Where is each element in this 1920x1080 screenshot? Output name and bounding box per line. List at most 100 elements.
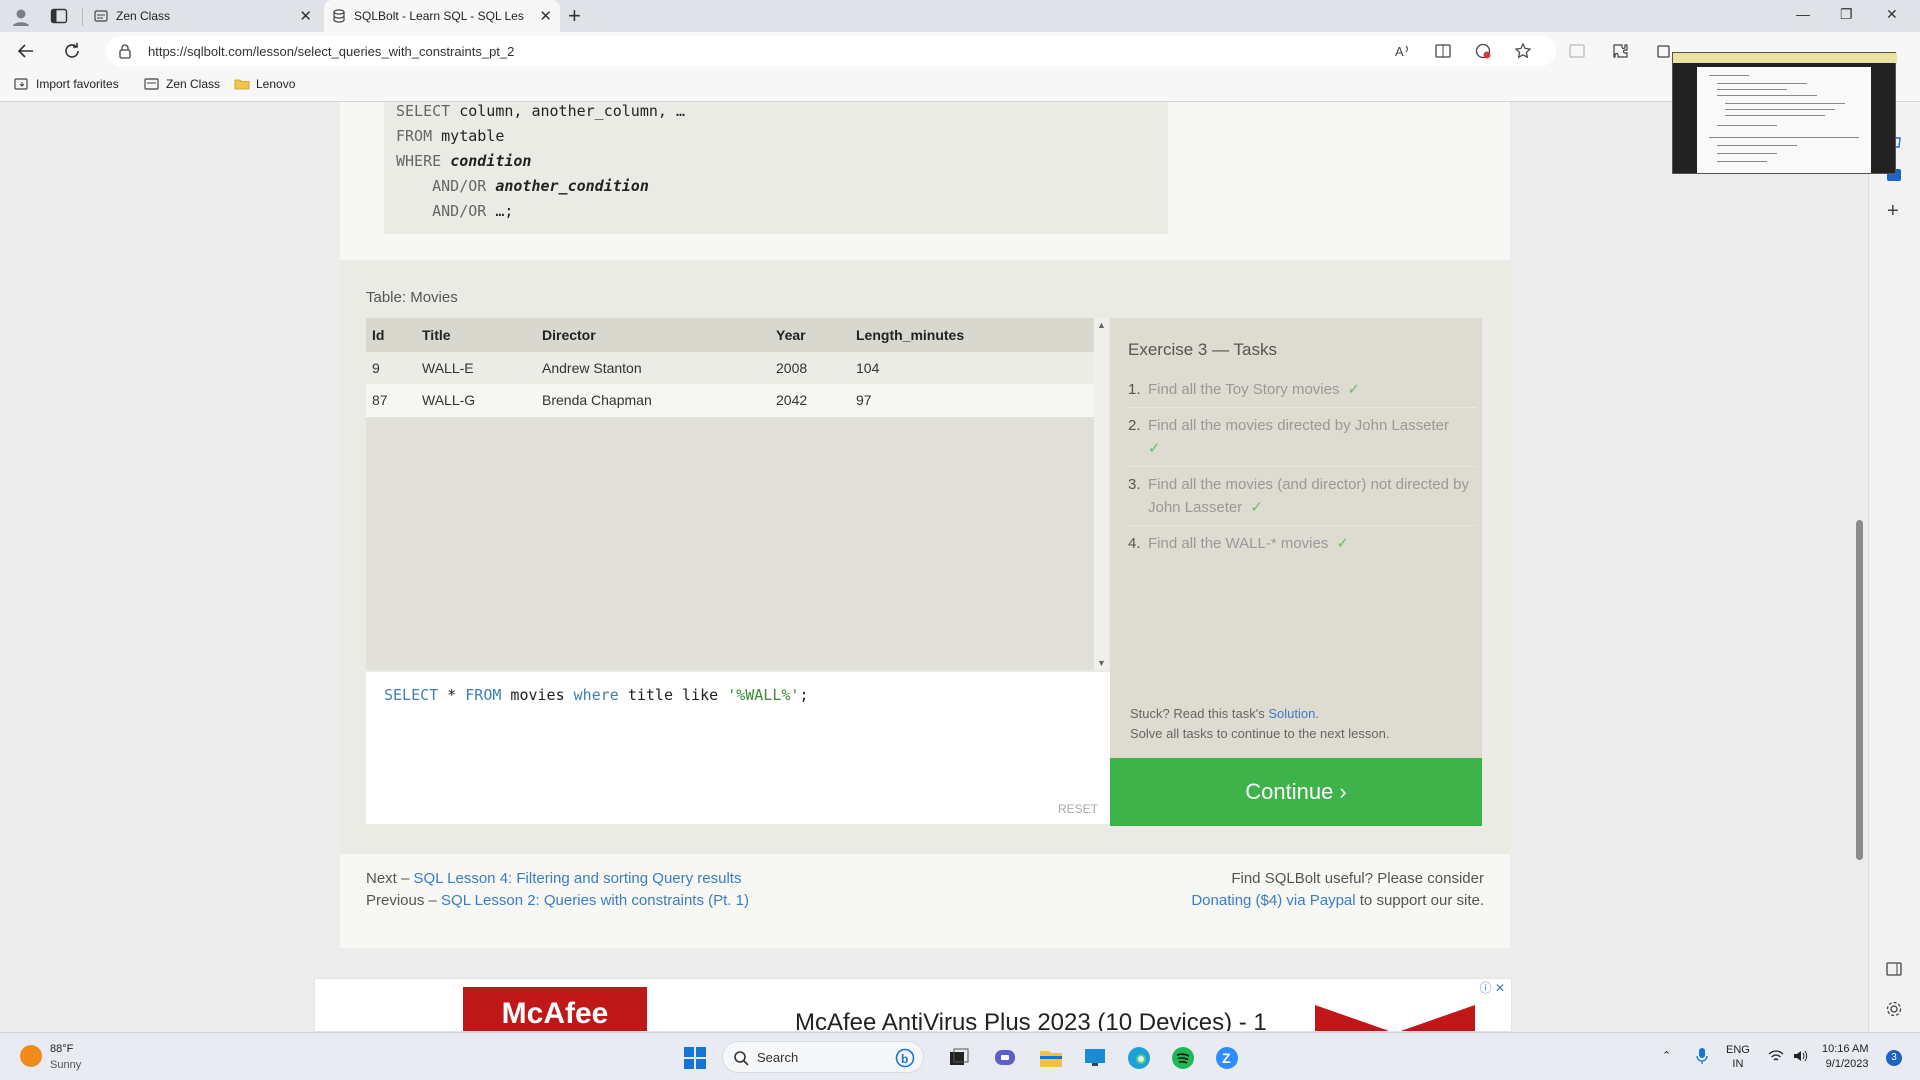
ad-brand-logo[interactable]: McAfee [463, 987, 647, 1031]
refresh-icon[interactable] [62, 41, 82, 61]
donate-link[interactable]: Donating ($4) via Paypal [1191, 892, 1355, 909]
scrollbar-thumb[interactable] [1856, 520, 1863, 860]
hide-sidebar-icon[interactable] [1885, 960, 1903, 978]
tab-label: Zen Class [116, 9, 171, 23]
language-indicator[interactable]: ENG IN [1726, 1043, 1750, 1071]
reset-button[interactable]: RESET [1058, 802, 1098, 816]
continue-button[interactable]: Continue › [1110, 758, 1482, 826]
clock[interactable]: 10:16 AM 9/1/2023 [1822, 1042, 1868, 1072]
check-icon: ✓ [1347, 381, 1361, 398]
folder-icon [234, 79, 250, 90]
edge-browser-icon[interactable] [1126, 1045, 1152, 1071]
close-window-icon[interactable]: ✕ [1886, 6, 1898, 23]
table-cell: Brenda Chapman [536, 384, 770, 417]
sql-query-editor[interactable]: SELECT * FROM movies where title like '%… [366, 672, 1110, 824]
minimize-icon[interactable]: — [1796, 6, 1810, 22]
microphone-icon[interactable] [1694, 1047, 1710, 1065]
page-icon [94, 10, 108, 22]
results-table: Id Title Director Year Length_minutes 9 … [366, 318, 1094, 417]
tab-label: SQLBolt - Learn SQL - SQL Lesso [354, 9, 524, 23]
code-line: FROM mytable [396, 127, 505, 145]
notification-badge[interactable]: 3 [1886, 1050, 1902, 1066]
close-tab-icon[interactable]: ✕ [299, 7, 312, 25]
add-sidebar-app-icon[interactable]: + [1887, 200, 1899, 223]
import-icon [14, 78, 28, 90]
sql-query-text[interactable]: SELECT * FROM movies where title like '%… [384, 686, 808, 704]
favorite-label: Zen Class [166, 77, 221, 91]
weather-temperature[interactable]: 88°F [50, 1043, 73, 1055]
lock-icon[interactable] [118, 43, 132, 59]
code-line: AND/OR another_condition [396, 177, 649, 195]
lesson-navigation: Next – SQL Lesson 4: Filtering and sorti… [366, 870, 749, 909]
ad-title[interactable]: McAfee AntiVirus Plus 2023 (10 Devices) … [795, 1009, 1267, 1031]
favorite-import[interactable]: Import favorites [14, 77, 119, 91]
task-view-icon[interactable] [946, 1045, 972, 1071]
table-row: 87 WALL-G Brenda Chapman 2042 97 [366, 384, 1094, 417]
table-cell: 2008 [770, 352, 850, 385]
zoom-icon[interactable]: Z [1214, 1045, 1240, 1071]
profile-icon[interactable] [10, 6, 32, 28]
tab-zen-class[interactable]: Zen Class ✕ [86, 0, 320, 32]
spotify-icon[interactable] [1170, 1045, 1196, 1071]
close-tab-icon[interactable]: ✕ [539, 7, 552, 25]
task-text: Find all the Toy Story movies [1148, 381, 1340, 398]
tab-actions-icon[interactable] [50, 7, 68, 25]
ad-info-close-icon[interactable]: ⓘ ✕ [1480, 979, 1505, 996]
column-header: Length_minutes [850, 318, 1094, 352]
table-cell: 87 [366, 384, 416, 417]
next-lesson-link[interactable]: SQL Lesson 4: Filtering and sorting Quer… [414, 870, 742, 887]
clock-date: 9/1/2023 [1825, 1058, 1869, 1070]
favorite-label: Lenovo [256, 77, 296, 91]
advertisement-banner[interactable]: McAfee McAfee AntiVirus Plus 2023 (10 De… [314, 978, 1512, 1032]
restore-icon[interactable]: ❐ [1840, 6, 1853, 23]
table-cell: 104 [850, 352, 1094, 385]
svg-text:b: b [901, 1052, 908, 1066]
tab-sqlbolt[interactable]: SQLBolt - Learn SQL - SQL Lesso ✕ [324, 0, 560, 32]
thumbnail-document [1697, 67, 1871, 173]
previous-lesson-link[interactable]: SQL Lesson 2: Queries with constraints (… [441, 892, 749, 909]
show-hidden-icons[interactable]: ⌃ [1662, 1049, 1671, 1062]
table-cell: 97 [850, 384, 1094, 417]
wifi-icon[interactable] [1768, 1049, 1784, 1063]
extensions-icon[interactable] [1612, 42, 1630, 60]
favorite-star-icon[interactable] [1514, 42, 1532, 60]
tracking-prevention-icon[interactable] [1474, 42, 1492, 60]
solution-link[interactable]: Solution [1268, 706, 1315, 721]
bing-icon[interactable]: b [895, 1048, 915, 1068]
svg-text:A: A [1395, 44, 1404, 59]
desktop-icon[interactable] [1082, 1045, 1108, 1071]
new-tab-icon[interactable]: + [568, 3, 581, 29]
code-line: SELECT column, another_column, … [396, 102, 685, 120]
scroll-up-icon[interactable]: ▲ [1097, 320, 1106, 330]
windows-start-icon[interactable] [682, 1045, 708, 1071]
teams-chat-icon[interactable] [992, 1045, 1018, 1071]
file-explorer-icon[interactable] [1038, 1045, 1064, 1071]
page-scrollbar[interactable] [1852, 102, 1866, 1032]
weather-condition[interactable]: Sunny [50, 1059, 81, 1071]
donation-note: Find SQLBolt useful? Please consider Don… [1191, 870, 1484, 909]
favorite-lenovo[interactable]: Lenovo [234, 77, 295, 91]
read-aloud-icon[interactable]: A [1394, 42, 1412, 60]
weather-sun-icon[interactable] [20, 1045, 42, 1067]
check-icon: ✓ [1148, 440, 1161, 457]
settings-gear-icon[interactable] [1885, 1000, 1903, 1018]
table-scrollbar[interactable]: ▲ ▼ [1094, 318, 1108, 670]
address-bar[interactable]: https://sqlbolt.com/lesson/select_querie… [106, 36, 1556, 66]
tab-separator [82, 8, 83, 26]
immersive-reader-icon[interactable] [1434, 42, 1452, 60]
taskbar-search[interactable]: Search b [722, 1041, 924, 1073]
window-preview-thumbnail[interactable] [1672, 52, 1897, 174]
results-table-box: Id Title Director Year Length_minutes 9 … [366, 318, 1094, 670]
back-icon[interactable] [16, 41, 36, 61]
volume-icon[interactable] [1792, 1049, 1808, 1063]
split-screen-icon[interactable] [1568, 42, 1586, 60]
table-cell: WALL-G [416, 384, 536, 417]
scroll-down-icon[interactable]: ▼ [1097, 658, 1106, 668]
check-icon: ✓ [1250, 499, 1263, 516]
column-header: Director [536, 318, 770, 352]
thumbnail-toolbar [1673, 53, 1897, 63]
favorite-zen-class[interactable]: Zen Class [144, 77, 220, 91]
table-cell: 9 [366, 352, 416, 385]
page-icon [144, 78, 159, 90]
url-text[interactable]: https://sqlbolt.com/lesson/select_querie… [148, 44, 514, 59]
